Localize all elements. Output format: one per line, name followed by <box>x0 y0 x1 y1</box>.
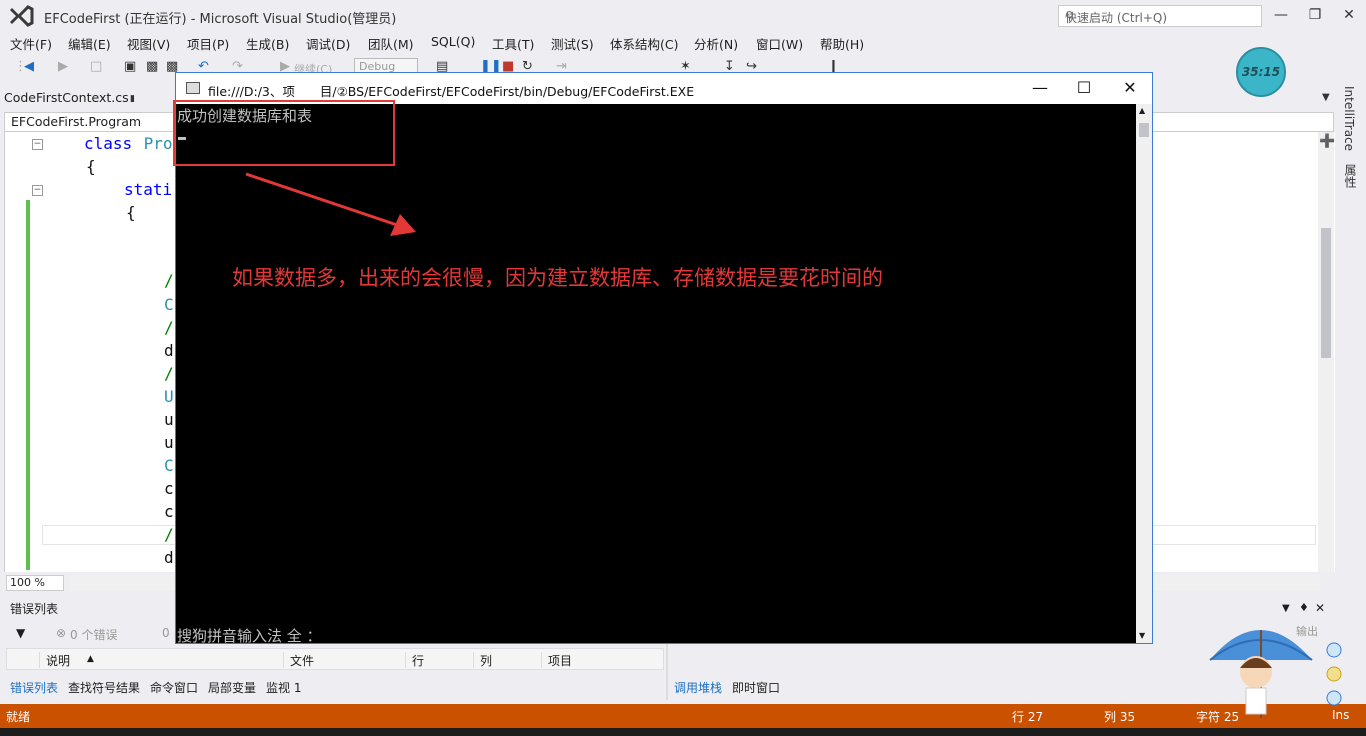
sort-asc-icon: ▲ <box>87 654 94 664</box>
code-line: d <box>164 341 174 360</box>
filter-icon[interactable]: ▼ <box>16 626 25 640</box>
taskbar <box>0 728 1366 736</box>
quick-launch-input[interactable]: 快速启动 (Ctrl+Q) ⚲ <box>1058 5 1262 27</box>
restore-button[interactable]: ❐ <box>1300 4 1330 26</box>
menu-file[interactable]: 文件(F) <box>10 34 52 53</box>
errors-count-button[interactable]: 0 个错误 <box>70 626 117 643</box>
code-line: / <box>164 364 174 383</box>
column-line[interactable]: 行 <box>405 652 424 668</box>
menu-project[interactable]: 项目(P) <box>187 34 229 53</box>
console-title: file:///D:/3、项 目/②BS/EFCodeFirst/EFCodeF… <box>208 84 695 99</box>
menu-team[interactable]: 团队(M) <box>368 34 414 53</box>
error-list-title: 错误列表 <box>10 602 59 616</box>
tab-find-symbol-results[interactable]: 查找符号结果 <box>68 679 140 696</box>
column-description[interactable]: 说明 <box>39 652 70 668</box>
mascot-umbrella-icon <box>1209 630 1342 718</box>
code-line: U <box>164 387 174 406</box>
menu-sql[interactable]: SQL(Q) <box>431 34 475 49</box>
console-scroll-down-icon[interactable]: ▼ <box>1139 631 1145 640</box>
tab-watch-1[interactable]: 监视 1 <box>266 679 301 696</box>
code-line: / <box>164 525 174 544</box>
fold-class-icon[interactable]: − <box>32 139 43 150</box>
error-list-columns: 说明 ▲ 文件 行 列 项目 <box>6 648 664 670</box>
save-icon[interactable]: ▩ <box>146 59 158 74</box>
code-line: u <box>164 410 174 429</box>
forward-icon[interactable]: ▶ <box>58 59 68 74</box>
menu-help[interactable]: 帮助(H) <box>820 34 864 53</box>
console-minimize-button[interactable]: — <box>1022 77 1058 99</box>
code-line: u <box>164 433 174 452</box>
error-circle-icon: ⊗ <box>56 626 67 640</box>
menu-build[interactable]: 生成(B) <box>246 34 289 53</box>
console-scroll-up-icon[interactable]: ▲ <box>1139 106 1145 115</box>
annotation-arrow-icon <box>245 172 416 236</box>
window-title: EFCodeFirst (正在运行) - Microsoft Visual St… <box>44 12 397 27</box>
search-icon[interactable]: ⚲ <box>1065 9 1257 23</box>
visual-studio-logo-icon <box>10 5 34 27</box>
status-bar: 就绪 行 27 列 35 字符 25 Ins <box>0 704 1366 728</box>
tab-locals[interactable]: 局部变量 <box>208 679 256 696</box>
tab-error-list[interactable]: 错误列表 <box>10 679 58 696</box>
ime-status-line: 搜狗拼音输入法 全 ： <box>177 627 322 645</box>
console-app-icon <box>186 82 200 94</box>
code-static-method: stati <box>124 180 173 199</box>
minimize-button[interactable]: — <box>1266 4 1296 26</box>
tab-command-window[interactable]: 命令窗口 <box>150 679 198 696</box>
code-class-name: Pro <box>134 134 173 153</box>
menu-debug[interactable]: 调试(D) <box>306 34 350 53</box>
timer-badge: 35:15 <box>1236 47 1286 97</box>
zoom-select[interactable]: 100 % <box>6 575 64 591</box>
console-scrollbar[interactable] <box>1136 104 1152 643</box>
menu-architecture[interactable]: 体系结构(C) <box>610 34 678 53</box>
status-line: 行 27 <box>1012 710 1044 724</box>
menu-analyze[interactable]: 分析(N) <box>694 34 738 53</box>
back-icon[interactable]: ◀ <box>24 59 34 74</box>
annotation-text: 如果数据多，出来的会很慢，因为建立数据库、存储数据是要花时间的 <box>232 266 883 290</box>
properties-tab[interactable]: 属性 <box>1342 164 1359 188</box>
split-icon[interactable]: ➕ <box>1319 134 1335 149</box>
code-brace-open: { <box>86 157 96 176</box>
bottom-tabs-left: 错误列表 查找符号结果 命令窗口 局部变量 监视 1 <box>6 676 666 696</box>
status-col: 列 35 <box>1104 710 1136 724</box>
nav-class-name[interactable]: EFCodeFirst.Program <box>11 114 141 129</box>
code-line: / <box>164 318 174 337</box>
code-line: / <box>164 271 174 290</box>
console-close-button[interactable]: ✕ <box>1112 77 1148 99</box>
right-tool-rail: IntelliTrace 属性 <box>1336 82 1366 212</box>
menu-view[interactable]: 视图(V) <box>127 34 170 53</box>
column-col[interactable]: 列 <box>473 652 492 668</box>
menu-tools[interactable]: 工具(T) <box>492 34 534 53</box>
code-method-brace: { <box>126 203 136 222</box>
menu-edit[interactable]: 编辑(E) <box>68 34 111 53</box>
code-line: d <box>164 548 174 567</box>
column-file[interactable]: 文件 <box>283 652 314 668</box>
open-icon[interactable]: ▣ <box>124 59 136 74</box>
code-line: C <box>164 456 174 475</box>
editor-scroll-thumb[interactable] <box>1321 228 1331 358</box>
code-line: C <box>164 295 174 314</box>
code-line: c <box>164 502 174 521</box>
tab-call-stack[interactable]: 调用堆栈 <box>674 679 722 696</box>
status-ready: 就绪 <box>6 710 31 724</box>
menu-window[interactable]: 窗口(W) <box>756 34 803 53</box>
fold-method-icon[interactable]: − <box>32 185 43 196</box>
close-button[interactable]: ✕ <box>1334 4 1364 26</box>
change-indicator <box>26 200 30 570</box>
doc-tab-codefirstcontext[interactable]: CodeFirstContext.cs <box>4 90 129 110</box>
annotation-highlight-box <box>173 100 395 166</box>
console-maximize-button[interactable]: ☐ <box>1066 77 1102 99</box>
new-project-icon[interactable]: □ <box>90 59 102 74</box>
pin-icon[interactable]: ▮ <box>130 94 135 104</box>
console-scroll-thumb[interactable] <box>1139 123 1149 137</box>
menu-bar: 文件(F) 编辑(E) 视图(V) 项目(P) 生成(B) 调试(D) 团队(M… <box>0 32 1366 54</box>
column-project[interactable]: 项目 <box>541 652 572 668</box>
menu-test[interactable]: 测试(S) <box>551 34 594 53</box>
warnings-count-button[interactable]: 0 <box>162 626 170 640</box>
intellitrace-tab[interactable]: IntelliTrace <box>1342 86 1356 151</box>
code-keyword-class: class <box>84 134 133 153</box>
tab-dropdown-icon[interactable]: ▼ <box>1322 92 1330 103</box>
tab-immediate-window[interactable]: 即时窗口 <box>732 679 780 696</box>
code-line: c <box>164 479 174 498</box>
